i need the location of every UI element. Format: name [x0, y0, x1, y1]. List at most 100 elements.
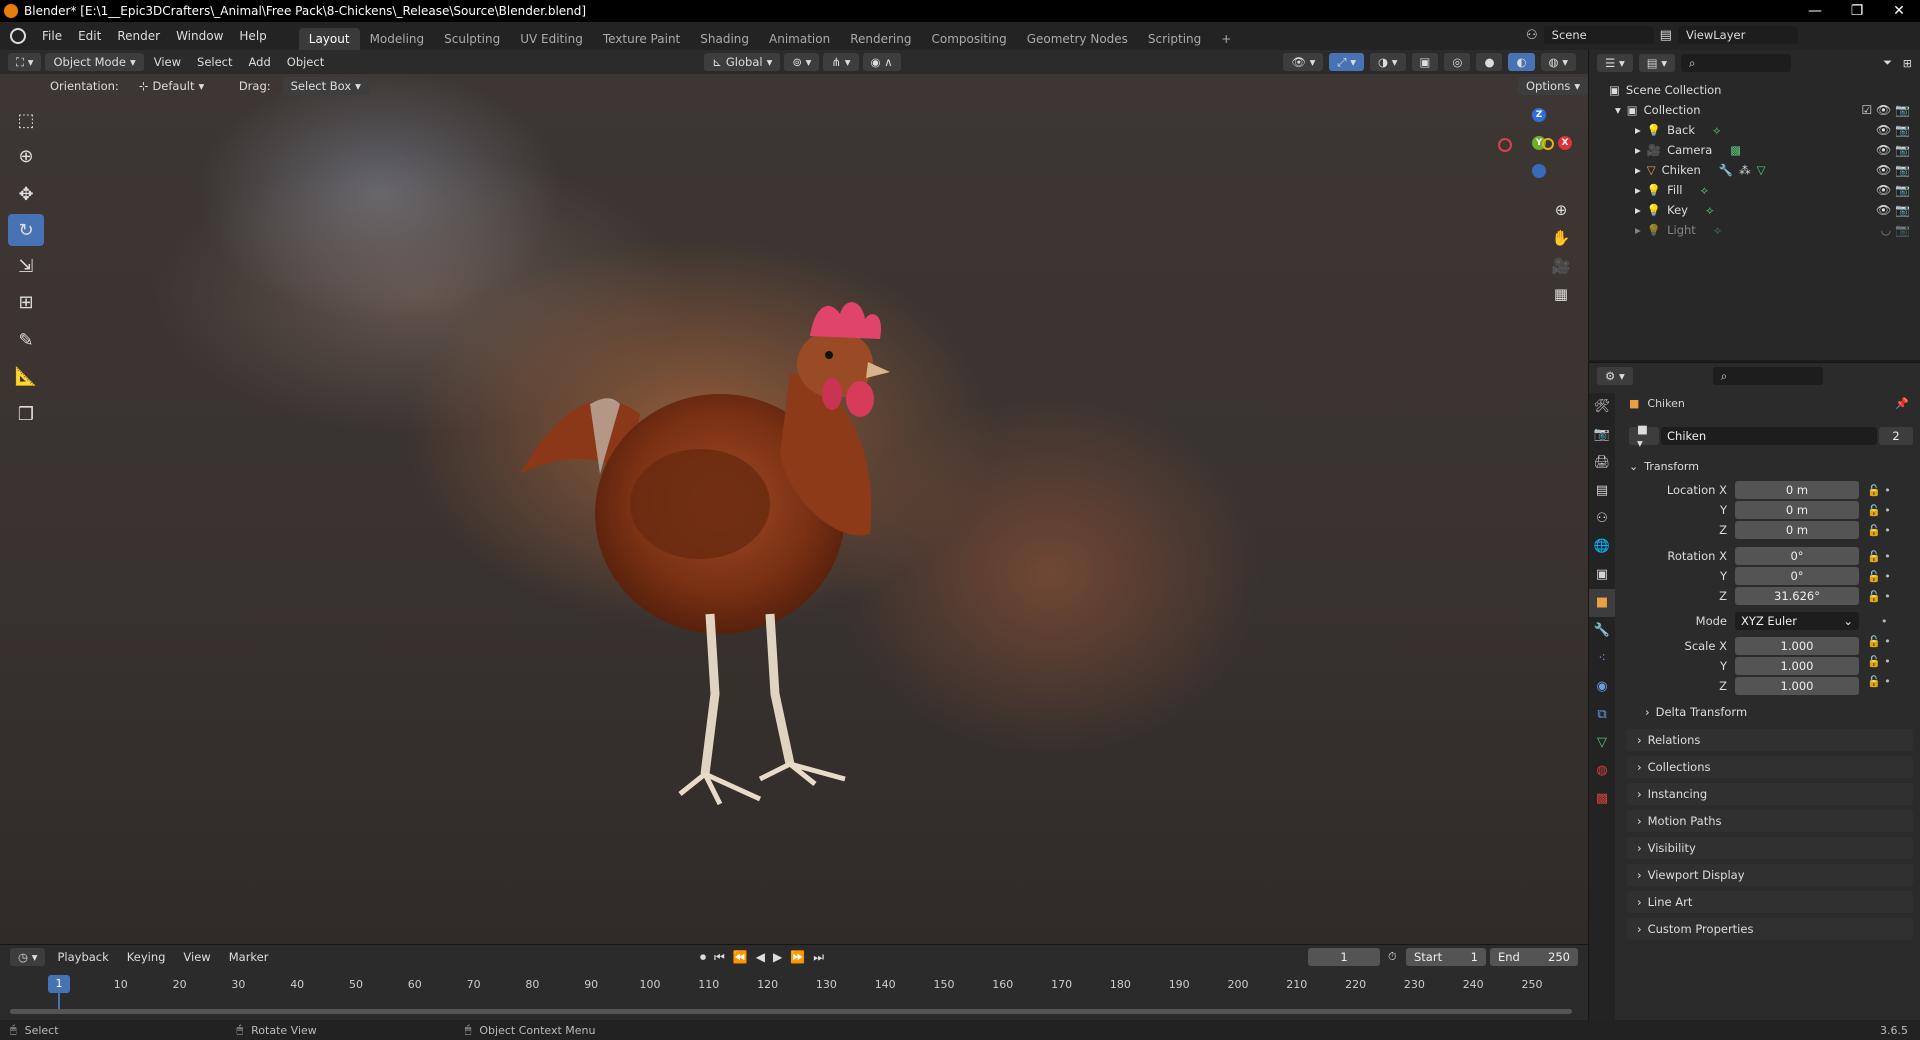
menu-edit[interactable]: Edit: [70, 29, 109, 43]
view-layer-icon[interactable]: ▤: [1660, 28, 1672, 43]
collapse-arrow-icon[interactable]: ▾: [1615, 103, 1621, 117]
menu-file[interactable]: File: [34, 29, 70, 43]
gizmo-neg-z[interactable]: [1532, 164, 1546, 178]
expand-arrow-icon[interactable]: ▸: [1635, 203, 1641, 217]
xray-icon[interactable]: ▣: [1411, 53, 1439, 71]
tab-compositing[interactable]: Compositing: [921, 28, 1016, 50]
cursor-tool-icon[interactable]: ⊕: [8, 140, 44, 172]
timeline-menu-playback[interactable]: Playback: [51, 950, 114, 964]
new-collection-icon[interactable]: ⊞: [1903, 57, 1912, 70]
location-x-field[interactable]: 0 m: [1735, 481, 1859, 499]
gizmo-neg-x[interactable]: [1498, 138, 1512, 152]
lock-icon[interactable]: 🔓 •: [1867, 672, 1911, 692]
transform-orientation-dropdown[interactable]: ⊾ Global ▾: [704, 53, 781, 71]
expand-arrow-icon[interactable]: ▸: [1635, 163, 1641, 177]
navigation-gizmo[interactable]: Z Y X: [1490, 106, 1572, 196]
3d-viewport[interactable]: Z Y X ⊕ ✋ 🎥 ▦: [0, 74, 1588, 944]
render-tab-icon[interactable]: 📷: [1589, 421, 1615, 449]
tab-shading[interactable]: Shading: [690, 28, 759, 50]
outliner-item-camera[interactable]: ▸ 🎥 Camera ▩ 👁 📷: [1589, 140, 1920, 160]
light-data-icon[interactable]: ⟡: [1714, 223, 1722, 238]
panel-custom-properties[interactable]: › Custom Properties: [1627, 918, 1913, 940]
display-mode-icon[interactable]: ▤ ▾: [1638, 54, 1676, 72]
tab-uv-editing[interactable]: UV Editing: [510, 28, 593, 50]
move-tool-icon[interactable]: ✥: [8, 178, 44, 210]
solid-shading-icon[interactable]: ●: [1476, 53, 1503, 71]
properties-search-input[interactable]: ⌕: [1712, 367, 1823, 385]
tab-rendering[interactable]: Rendering: [840, 28, 921, 50]
snap-icon[interactable]: ⋔ ▾: [823, 53, 859, 71]
output-tab-icon[interactable]: 🖨: [1589, 449, 1615, 477]
viewport-menu-select[interactable]: Select: [191, 55, 238, 69]
playhead-marker[interactable]: 1: [48, 975, 70, 993]
editor-type-button[interactable]: ⛶ ▾: [8, 53, 42, 71]
rotation-x-field[interactable]: 0°: [1735, 547, 1859, 565]
frame-ruler[interactable]: 10 20 30 40 50 60 70 80 90 100 110 120 130 140 150 160 1…: [8, 975, 1578, 995]
tab-modeling[interactable]: Modeling: [360, 28, 435, 50]
panel-relations[interactable]: › Relations: [1627, 729, 1913, 751]
expand-arrow-icon[interactable]: ▸: [1635, 123, 1641, 137]
texture-tab-icon[interactable]: ▩: [1589, 785, 1615, 813]
object-tab-icon[interactable]: ■: [1589, 589, 1615, 617]
outliner-item-back[interactable]: ▸ 💡 Back ⟡ 👁 📷: [1589, 120, 1920, 140]
object-name-field[interactable]: Chiken: [1661, 427, 1877, 445]
scene-tab-icon[interactable]: ⚇: [1589, 505, 1615, 533]
scale-y-field[interactable]: 1.000: [1735, 657, 1859, 675]
pivot-icon[interactable]: ⊚ ▾: [784, 53, 820, 71]
timeline-editor-type-icon[interactable]: ◷ ▾: [10, 948, 46, 966]
lock-icon[interactable]: 🔓 •: [1867, 501, 1911, 521]
minimize-icon[interactable]: —: [1794, 3, 1836, 19]
lock-icon[interactable]: 🔓 •: [1867, 652, 1911, 672]
chicken-model[interactable]: [0, 74, 1588, 944]
item-toggles[interactable]: 👁 📷: [1876, 183, 1910, 197]
outliner-item-chiken[interactable]: ▸ ▽ Chiken 🔧 ⁂ ▽ 👁 📷: [1589, 160, 1920, 180]
item-toggles[interactable]: 👁 📷: [1876, 143, 1910, 157]
data-tab-icon[interactable]: ▽: [1589, 729, 1615, 757]
item-toggles[interactable]: 👁 📷: [1876, 203, 1910, 217]
camera-data-icon[interactable]: ▩: [1730, 143, 1741, 157]
timeline-menu-view[interactable]: View: [177, 950, 216, 964]
tab-animation[interactable]: Animation: [759, 28, 840, 50]
properties-editor-type-icon[interactable]: ⚙ ▾: [1597, 367, 1633, 385]
lock-icon[interactable]: 🔓 •: [1867, 567, 1911, 587]
grid-perspective-icon[interactable]: ▦: [1548, 280, 1574, 308]
view-layer-tab-icon[interactable]: ▤: [1589, 477, 1615, 505]
tab-geometry-nodes[interactable]: Geometry Nodes: [1017, 28, 1138, 50]
users-count[interactable]: 2: [1879, 427, 1913, 445]
viewport-menu-view[interactable]: View: [148, 55, 187, 69]
light-data-icon[interactable]: ⟡: [1700, 183, 1708, 198]
particles-tab-icon[interactable]: ⁖: [1589, 645, 1615, 673]
panel-visibility[interactable]: › Visibility: [1627, 837, 1913, 859]
scale-tool-icon[interactable]: ⇲: [8, 250, 44, 282]
scene-selector[interactable]: Scene: [1543, 26, 1654, 44]
scale-x-field[interactable]: 1.000: [1735, 637, 1859, 655]
rotation-mode-dropdown[interactable]: XYZ Euler ⌄: [1735, 612, 1859, 630]
overlay-icon[interactable]: ◑ ▾: [1370, 53, 1406, 71]
item-toggles[interactable]: 👁 📷: [1876, 123, 1910, 137]
gizmo-toggle-icon[interactable]: ⤢ ▾: [1329, 53, 1365, 71]
proportional-edit-icon[interactable]: ◉ ∧: [862, 53, 901, 71]
collection-tab-icon[interactable]: ▣: [1589, 561, 1615, 589]
outliner-search-input[interactable]: ⌕: [1681, 54, 1792, 72]
menu-window[interactable]: Window: [168, 29, 231, 43]
outliner-item-key[interactable]: ▸ 💡 Key ⟡ 👁 📷: [1589, 200, 1920, 220]
play-icon[interactable]: ▶: [773, 950, 782, 965]
expand-arrow-icon[interactable]: ▸: [1635, 143, 1641, 157]
stopwatch-icon[interactable]: ⏱: [1388, 950, 1397, 964]
outliner-item-light[interactable]: ▸ 💡 Light ⟡ ◡ 📷: [1589, 220, 1920, 240]
expand-arrow-icon[interactable]: ▸: [1635, 183, 1641, 197]
tool-tab-icon[interactable]: 🛠: [1589, 393, 1615, 421]
mesh-data-icon[interactable]: ▽: [1757, 163, 1766, 177]
timeline-menu-keying[interactable]: Keying: [121, 950, 172, 964]
scene-icon[interactable]: ⚇: [1526, 28, 1538, 43]
menu-render[interactable]: Render: [109, 29, 168, 43]
drag-dropdown[interactable]: Select Box ▾: [282, 77, 369, 95]
viewport-menu-object[interactable]: Object: [281, 55, 330, 69]
add-cube-tool-icon[interactable]: ❒: [8, 398, 44, 430]
material-shading-icon[interactable]: ◐: [1508, 53, 1535, 71]
world-tab-icon[interactable]: 🌐: [1589, 533, 1615, 561]
physics-tab-icon[interactable]: ◉: [1589, 673, 1615, 701]
viewport-menu-add[interactable]: Add: [243, 55, 277, 69]
play-reverse-icon[interactable]: ◀: [756, 950, 765, 965]
select-box-tool-icon[interactable]: ⬚: [8, 104, 44, 136]
